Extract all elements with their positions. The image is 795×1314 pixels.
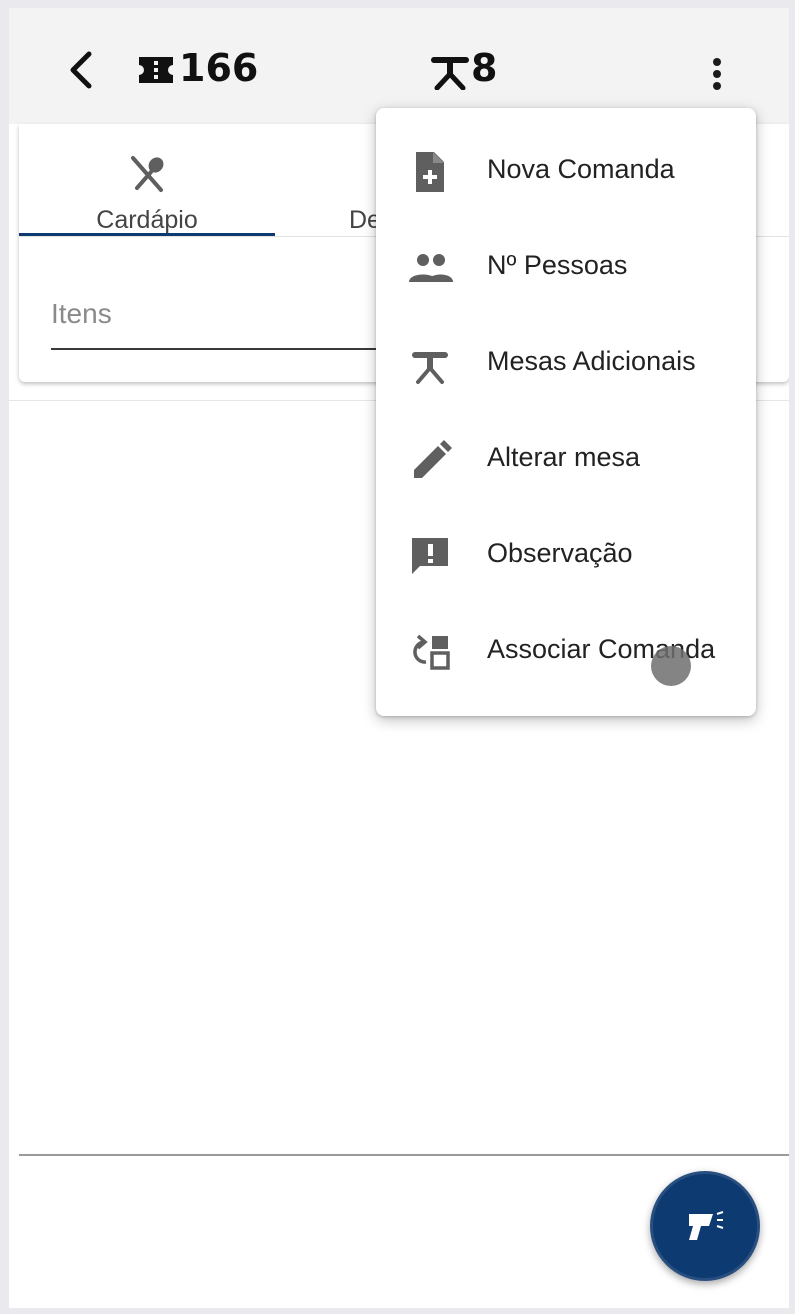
- barcode-scanner-icon: [689, 1211, 724, 1240]
- table-icon: [406, 342, 454, 386]
- items-input[interactable]: Itens: [51, 288, 391, 350]
- comanda-number: 166: [179, 46, 259, 90]
- people-icon: [406, 246, 454, 290]
- more-vertical-icon[interactable]: [703, 52, 731, 96]
- fork-spoon-icon: [125, 154, 169, 194]
- menu-item-label: Mesas Adicionais: [487, 346, 696, 376]
- menu-item-label: Nova Comanda: [487, 154, 675, 184]
- items-placeholder: Itens: [51, 298, 112, 329]
- table-icon: [429, 54, 471, 91]
- feedback-icon: [406, 534, 454, 578]
- menu-item-label: Alterar mesa: [487, 442, 641, 472]
- link-comanda-icon: [406, 630, 454, 674]
- table-number: 8: [471, 46, 498, 90]
- tab-label: Cardápio: [96, 206, 198, 234]
- menu-item-associar-comanda[interactable]: Associar Comanda: [376, 604, 756, 700]
- overflow-menu: Nova Comanda Nº Pessoas Mesas Adicionais: [376, 108, 756, 716]
- touch-ripple: [651, 646, 691, 686]
- bottom-divider: [19, 1154, 789, 1156]
- file-plus-icon: [406, 150, 454, 194]
- menu-item-nova-comanda[interactable]: Nova Comanda: [376, 124, 756, 220]
- menu-item-observacao[interactable]: Observação: [376, 508, 756, 604]
- scan-fab-button[interactable]: [650, 1171, 760, 1281]
- menu-item-alterar-mesa[interactable]: Alterar mesa: [376, 412, 756, 508]
- back-button[interactable]: [61, 48, 101, 92]
- menu-item-label: Nº Pessoas: [487, 250, 628, 280]
- ticket-icon: [137, 55, 175, 85]
- menu-item-label: Observação: [487, 538, 633, 568]
- chevron-left-icon: [70, 51, 92, 89]
- menu-item-n-pessoas[interactable]: Nº Pessoas: [376, 220, 756, 316]
- top-app-bar: 166 8: [9, 8, 789, 124]
- tab-cardapio[interactable]: Cardápio: [19, 124, 275, 236]
- pencil-icon: [406, 438, 454, 482]
- menu-item-mesas-adicionais[interactable]: Mesas Adicionais: [376, 316, 756, 412]
